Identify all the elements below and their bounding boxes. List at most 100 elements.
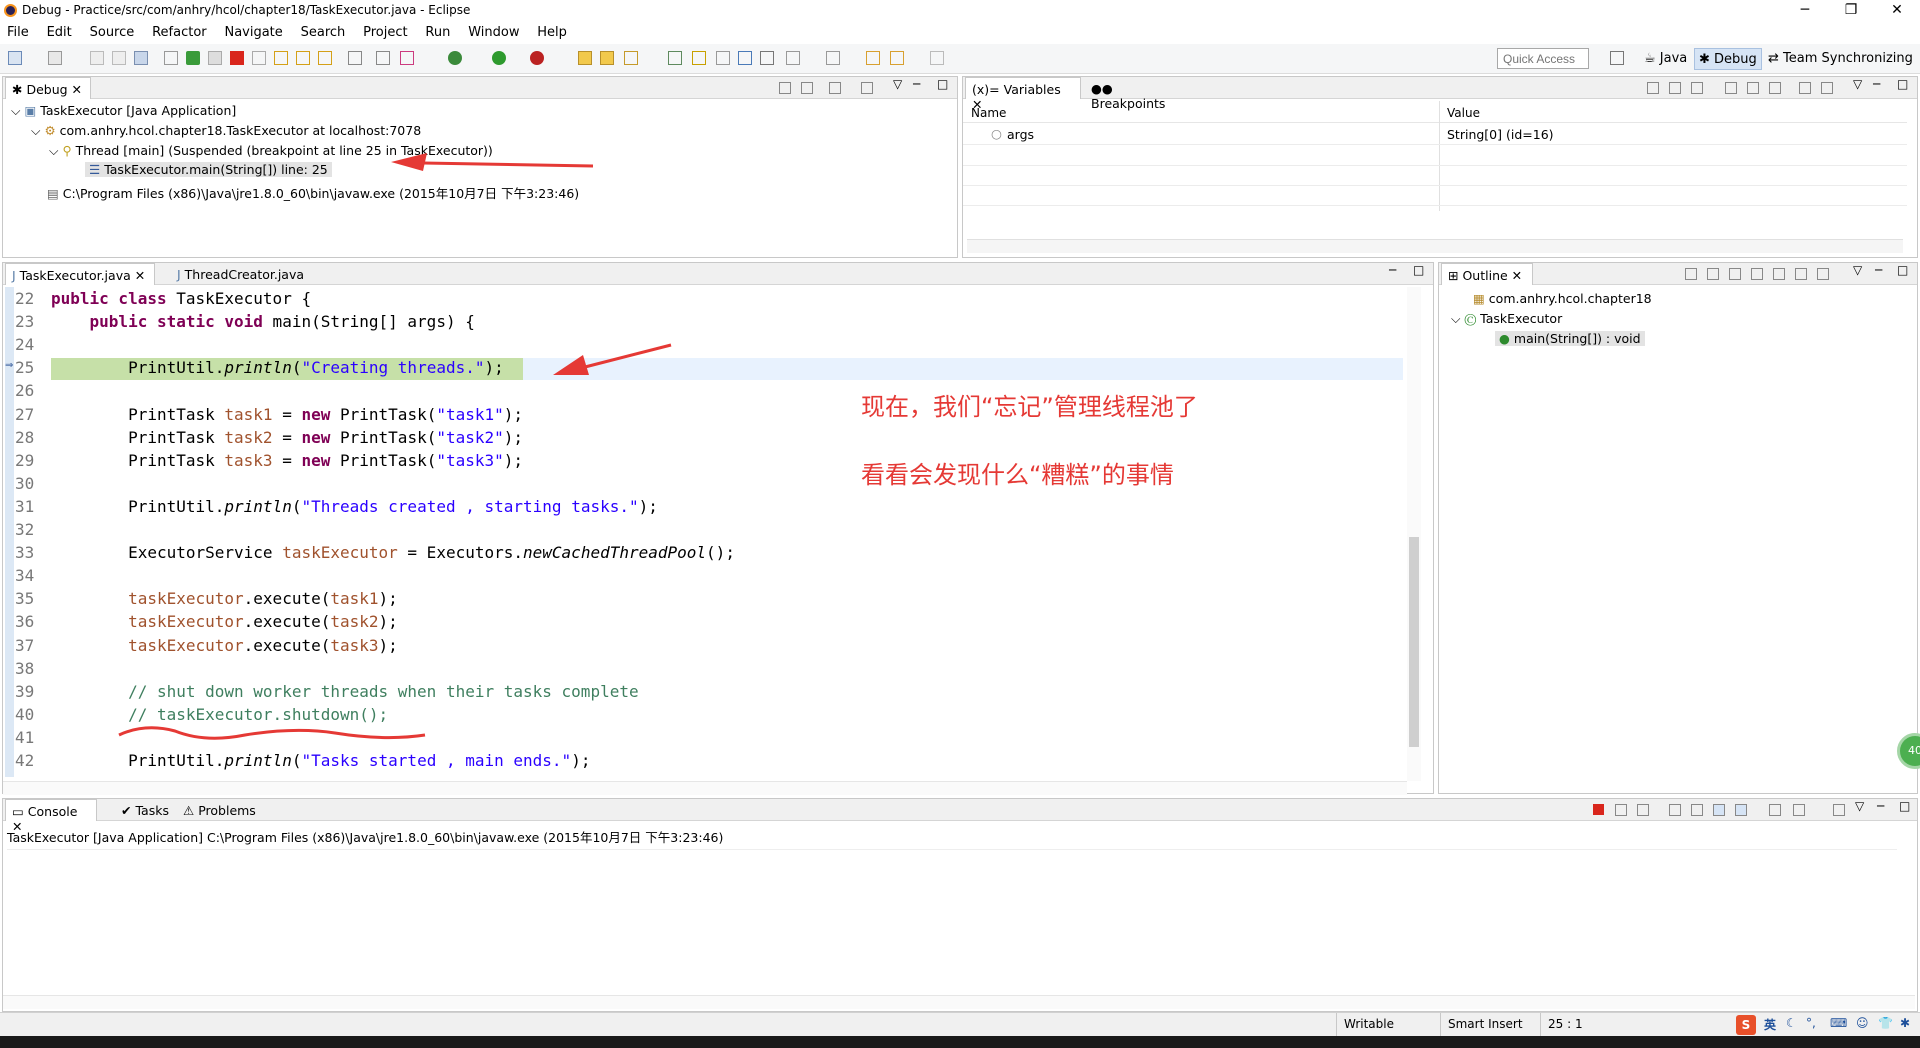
new-project-icon[interactable] xyxy=(48,51,62,65)
toggle-mark-icon[interactable] xyxy=(716,51,730,65)
code-line[interactable]: ExecutorService taskExecutor = Executors… xyxy=(51,543,1403,566)
suspend-icon[interactable] xyxy=(208,51,222,65)
step-over-icon[interactable] xyxy=(296,51,310,65)
maximize-view-icon[interactable]: □ xyxy=(1899,799,1910,813)
remove-all-launches-icon[interactable] xyxy=(1637,804,1649,816)
display-console-icon[interactable] xyxy=(1793,804,1805,816)
sogou-ime-icon[interactable]: S xyxy=(1736,1015,1756,1035)
search-icon[interactable] xyxy=(668,51,682,65)
console-output[interactable] xyxy=(7,849,1897,994)
chevron-down-icon[interactable]: ▽ xyxy=(893,77,902,91)
drop-to-frame-icon[interactable] xyxy=(376,51,390,65)
open-folder-icon[interactable] xyxy=(600,51,614,65)
last-edit-icon[interactable] xyxy=(866,51,880,65)
tree-process[interactable]: ▤ C:\Program Files (x86)\Java\jre1.8.0_6… xyxy=(47,183,579,202)
terminate-icon[interactable] xyxy=(230,51,244,65)
new-icon[interactable] xyxy=(8,51,22,65)
tab-variables[interactable]: (x)= Variables ✕ xyxy=(965,77,1081,112)
minimize-button[interactable]: ─ xyxy=(1782,0,1828,22)
detail-scrollbar[interactable] xyxy=(967,239,1903,253)
remove-all-icon[interactable] xyxy=(1747,82,1759,94)
column-name[interactable]: Name xyxy=(971,106,1006,120)
scroll-thumb[interactable] xyxy=(1409,537,1419,747)
remove-icon[interactable] xyxy=(1725,82,1737,94)
pin-icon[interactable] xyxy=(1821,82,1833,94)
tab-breakpoints[interactable]: ●● Breakpoints xyxy=(1085,77,1191,111)
code-line[interactable] xyxy=(51,566,1403,589)
quick-access-input[interactable] xyxy=(1497,48,1589,69)
close-button[interactable]: ✕ xyxy=(1874,0,1920,22)
code-line[interactable]: public class TaskExecutor { xyxy=(51,289,1403,312)
highlight-icon[interactable] xyxy=(692,51,706,65)
tab-tasks[interactable]: ✔ Tasks xyxy=(115,799,177,821)
skip-breakpoints-icon[interactable] xyxy=(164,51,178,65)
menu-run[interactable]: Run xyxy=(418,22,457,40)
show-type-names-icon[interactable] xyxy=(1647,82,1659,94)
coverage-icon[interactable] xyxy=(530,51,544,65)
sort-icon[interactable] xyxy=(1685,268,1697,280)
tab-threadcreator-java[interactable]: J ThreadCreator.java xyxy=(171,263,311,285)
show-logical-structure-icon[interactable] xyxy=(1669,82,1681,94)
menu-project[interactable]: Project xyxy=(356,22,414,40)
menu-navigate[interactable]: Navigate xyxy=(217,22,289,40)
code-line[interactable] xyxy=(51,381,1403,404)
column-divider[interactable] xyxy=(1439,101,1440,211)
chevron-down-icon[interactable]: ▽ xyxy=(1853,77,1862,91)
tab-debug[interactable]: ✱ Debug ✕ xyxy=(5,77,91,99)
ime-mode[interactable]: 英 xyxy=(1764,1016,1776,1033)
disconnect-icon[interactable] xyxy=(252,51,266,65)
code-line[interactable] xyxy=(51,474,1403,497)
hide-fields-icon[interactable] xyxy=(1729,268,1741,280)
menu-source[interactable]: Source xyxy=(83,22,142,40)
run-icon[interactable] xyxy=(492,51,506,65)
minimize-view-icon[interactable]: ─ xyxy=(1389,263,1396,277)
external-tools-icon[interactable] xyxy=(400,51,414,65)
maximize-button[interactable]: ❐ xyxy=(1828,0,1874,22)
code-line[interactable]: PrintTask task1 = new PrintTask("task1")… xyxy=(51,405,1403,428)
tree-launch[interactable]: ⌵ ▣ TaskExecutor [Java Application] xyxy=(11,103,236,119)
link-with-editor-icon[interactable] xyxy=(1817,268,1829,280)
perspective-team-sync[interactable]: ⇄ Team Synchronizing xyxy=(1764,48,1917,70)
print-icon[interactable] xyxy=(134,51,148,65)
show-whitespace-icon[interactable] xyxy=(760,51,774,65)
collapse-all-icon[interactable] xyxy=(1707,268,1719,280)
code-line[interactable] xyxy=(51,659,1403,682)
horizontal-scrollbar[interactable] xyxy=(3,781,1407,795)
hide-non-public-icon[interactable] xyxy=(1773,268,1785,280)
minimize-view-icon[interactable]: ─ xyxy=(1875,263,1882,277)
code-line[interactable]: PrintUtil.println("Threads created , sta… xyxy=(51,497,1403,520)
resume-icon[interactable] xyxy=(186,51,200,65)
remove-terminated-icon[interactable] xyxy=(779,82,791,94)
perspective-debug[interactable]: ✱ Debug xyxy=(1694,48,1762,70)
tab-console[interactable]: ▭ Console ✕ xyxy=(5,799,97,834)
step-into-icon[interactable] xyxy=(274,51,288,65)
next-annotation-icon[interactable] xyxy=(786,51,800,65)
code-line[interactable]: taskExecutor.execute(task3); xyxy=(51,636,1403,659)
code-line[interactable]: PrintUtil.println("Creating threads."); xyxy=(51,358,1403,381)
use-step-filters-icon[interactable] xyxy=(348,51,362,65)
collapse-all-icon[interactable] xyxy=(1691,82,1703,94)
code-line[interactable]: PrintTask task3 = new PrintTask("task3")… xyxy=(51,451,1403,474)
clear-console-icon[interactable] xyxy=(1669,804,1681,816)
minimize-view-icon[interactable]: ─ xyxy=(1877,799,1884,813)
shirt-icon[interactable]: 👕 xyxy=(1878,1016,1893,1030)
expand-icon[interactable] xyxy=(1769,82,1781,94)
show-stdout-icon[interactable] xyxy=(1713,804,1725,816)
code-line[interactable]: taskExecutor.execute(task2); xyxy=(51,612,1403,635)
outline-method[interactable]: ● main(String[]) : void xyxy=(1495,331,1645,346)
step-filters-icon[interactable] xyxy=(829,82,841,94)
hide-local-types-icon[interactable] xyxy=(1795,268,1807,280)
outline-class[interactable]: ⌵ Ⓒ TaskExecutor xyxy=(1451,311,1562,327)
maximize-view-icon[interactable]: □ xyxy=(1897,263,1908,277)
code-line[interactable] xyxy=(51,335,1403,358)
variable-row[interactable]: ○ args String[0] (id=16) xyxy=(963,125,1907,145)
open-console-icon[interactable] xyxy=(1833,804,1845,816)
debug-icon[interactable] xyxy=(448,51,462,65)
terminate-icon[interactable] xyxy=(1593,804,1604,815)
step-return-icon[interactable] xyxy=(318,51,332,65)
code-line[interactable]: taskExecutor.execute(task1); xyxy=(51,589,1403,612)
tree-target[interactable]: ⌵ ⚙ com.anhry.hcol.chapter18.TaskExecuto… xyxy=(31,123,421,139)
code-line[interactable]: public static void main(String[] args) { xyxy=(51,312,1403,335)
user-icon[interactable]: ☺ xyxy=(1856,1016,1869,1030)
prev-annotation-icon[interactable] xyxy=(826,51,840,65)
